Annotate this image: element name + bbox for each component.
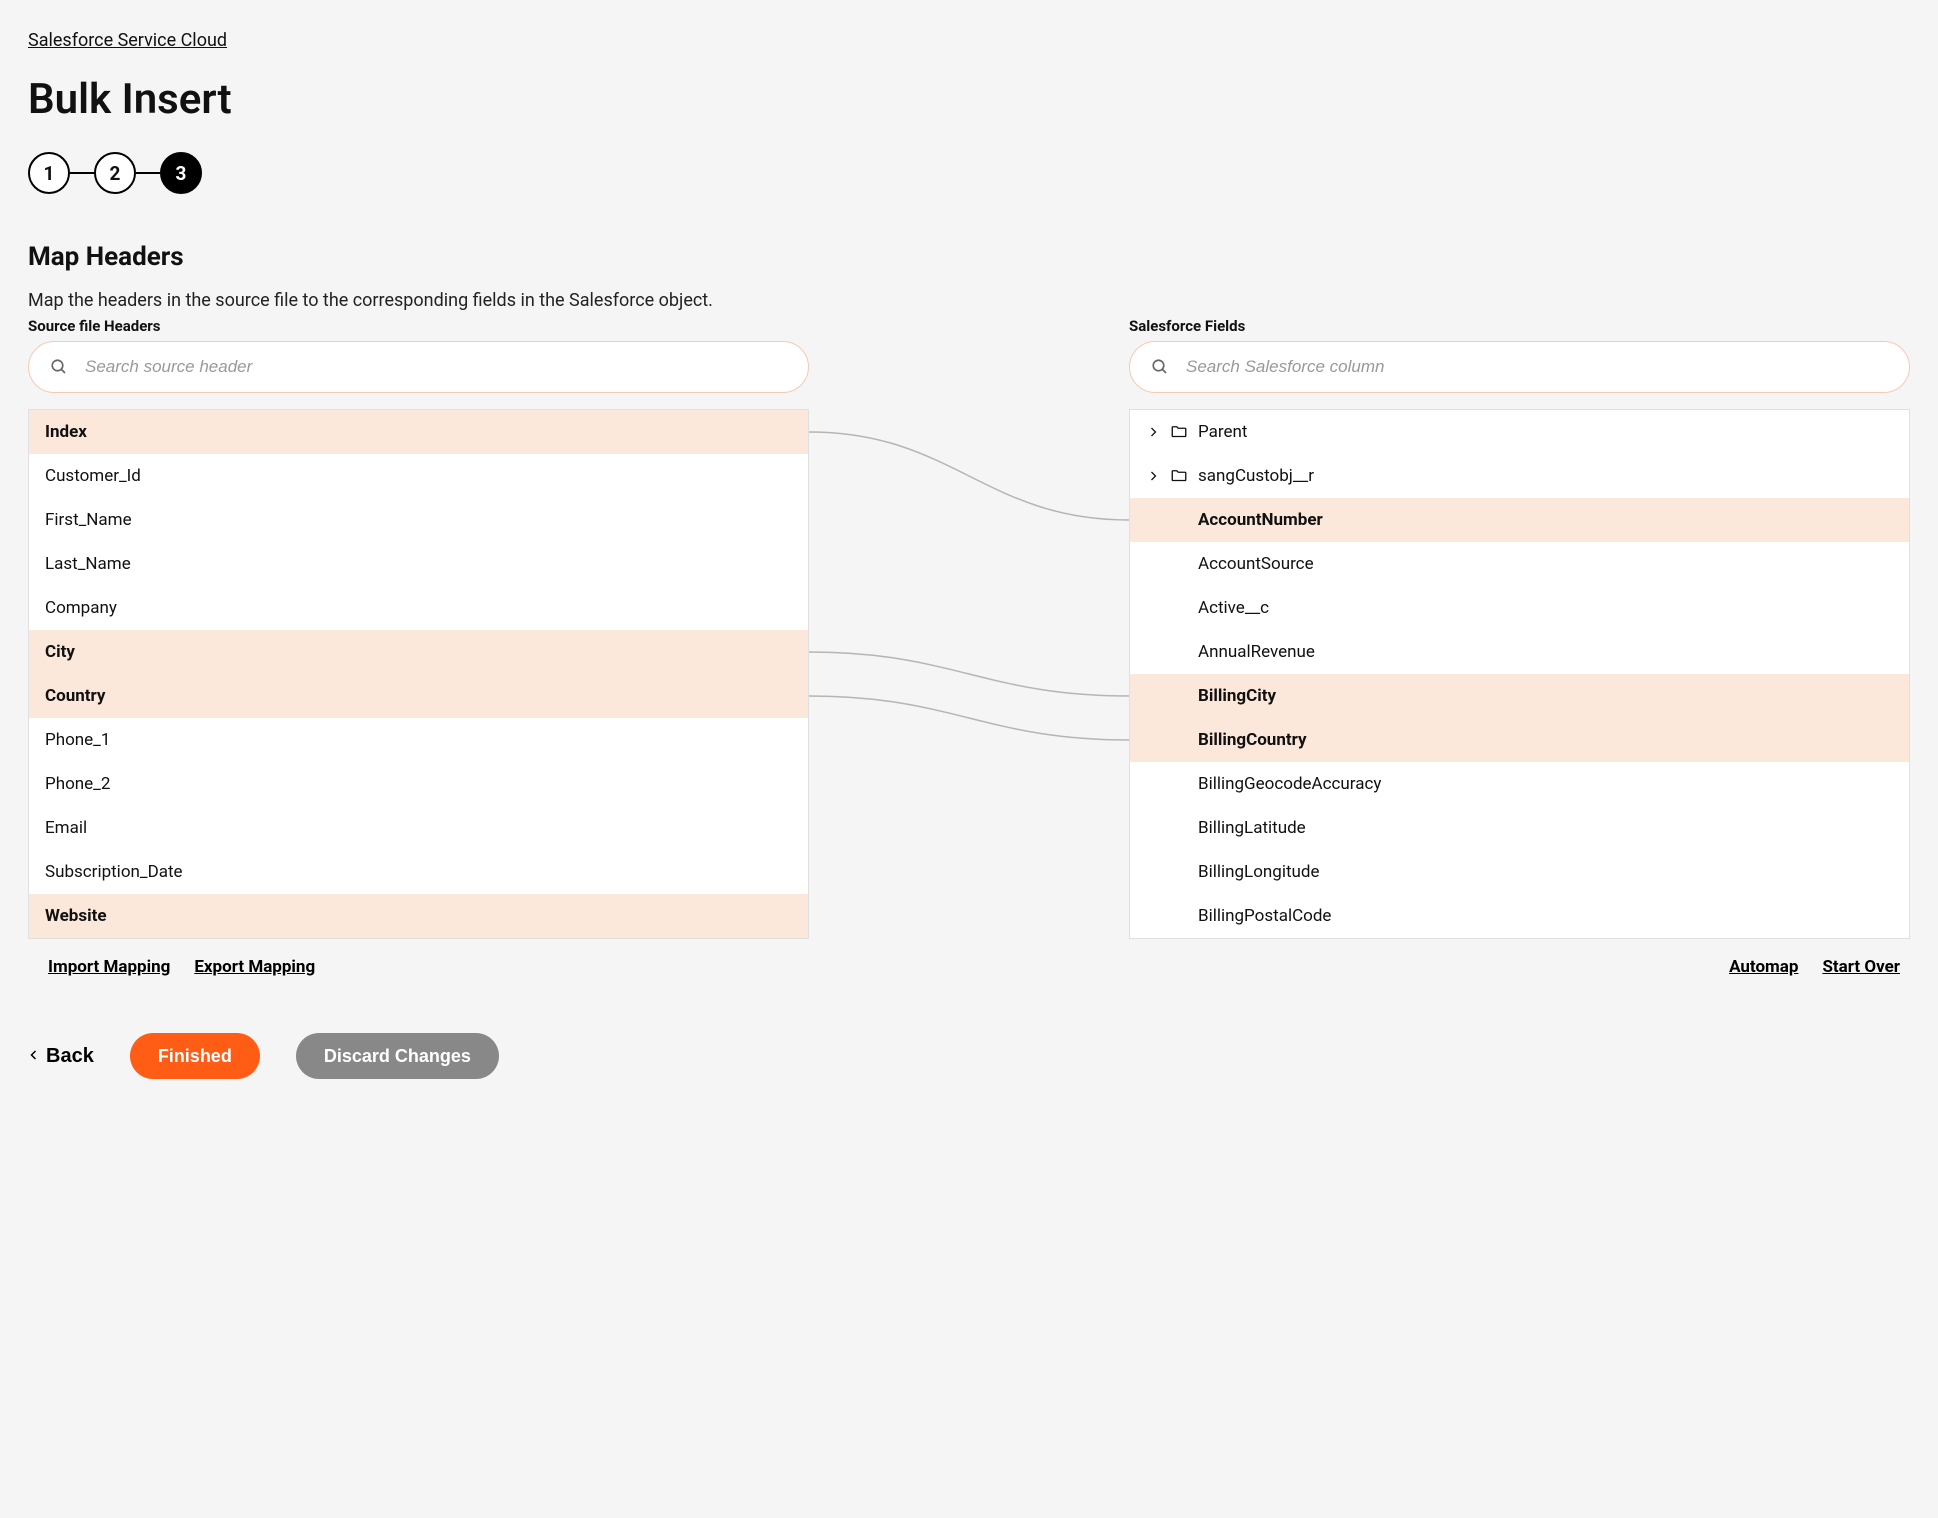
finished-button[interactable]: Finished — [130, 1033, 260, 1079]
target-row-label: BillingLatitude — [1198, 818, 1306, 838]
chevron-left-icon — [28, 1045, 40, 1068]
mapping-connector — [809, 652, 1129, 696]
source-row[interactable]: Website — [29, 894, 808, 938]
source-row-label: Subscription_Date — [45, 862, 183, 882]
source-row-label: Company — [45, 598, 117, 618]
source-row[interactable]: Company — [29, 586, 808, 630]
target-listbox[interactable]: Parent sangCustobj__r AccountNumber Account… — [1129, 409, 1910, 939]
target-row[interactable]: BillingPostalCode — [1130, 894, 1909, 938]
source-row-label: Phone_1 — [45, 730, 110, 750]
target-row[interactable]: Active__c — [1130, 586, 1909, 630]
source-column: Source file Headers Index Customer_Id Firs… — [28, 317, 809, 977]
source-row[interactable]: Phone_1 — [29, 718, 808, 762]
source-row-label: Phone_2 — [45, 774, 110, 794]
target-actions: Automap Start Over — [1129, 957, 1910, 977]
target-label: Salesforce Fields — [1129, 317, 1910, 335]
source-row-label: City — [45, 642, 75, 662]
chevron-right-icon — [1146, 426, 1160, 438]
target-row[interactable]: BillingLatitude — [1130, 806, 1909, 850]
step-1[interactable]: 1 — [28, 152, 70, 194]
back-label: Back — [46, 1045, 94, 1068]
source-actions: Import Mapping Export Mapping — [28, 957, 809, 977]
mapping-connector — [809, 432, 1129, 520]
target-folder-row[interactable]: sangCustobj__r — [1130, 454, 1909, 498]
target-row-label: AccountSource — [1198, 554, 1314, 574]
source-row[interactable]: Country — [29, 674, 808, 718]
target-row[interactable]: BillingCity — [1130, 674, 1909, 718]
source-row-label: Country — [45, 686, 105, 706]
search-icon — [50, 358, 68, 376]
source-row[interactable]: Index — [29, 410, 808, 454]
mapping-connector-area — [809, 317, 1129, 977]
target-row-label: Active__c — [1198, 598, 1269, 618]
footer-buttons: Back Finished Discard Changes — [28, 1033, 1910, 1079]
source-row[interactable]: Subscription_Date — [29, 850, 808, 894]
source-row[interactable]: Customer_Id — [29, 454, 808, 498]
chevron-right-icon — [1146, 470, 1160, 482]
target-row-label: BillingPostalCode — [1198, 906, 1331, 926]
source-search-input[interactable] — [28, 341, 809, 393]
discard-button[interactable]: Discard Changes — [296, 1033, 499, 1079]
target-row[interactable]: BillingLongitude — [1130, 850, 1909, 894]
source-row-label: Email — [45, 818, 87, 838]
source-row[interactable]: Last_Name — [29, 542, 808, 586]
target-row-label: sangCustobj__r — [1198, 466, 1314, 486]
target-row-label: BillingLongitude — [1198, 862, 1320, 882]
source-listbox[interactable]: Index Customer_Id First_Name Last_Name Compa… — [28, 409, 809, 939]
target-row-label: BillingCountry — [1198, 730, 1307, 750]
folder-icon — [1170, 467, 1188, 485]
source-label: Source file Headers — [28, 317, 809, 335]
source-row-label: Last_Name — [45, 554, 131, 574]
step-connector — [136, 172, 160, 174]
stepper: 1 2 3 — [28, 152, 1910, 194]
step-connector — [70, 172, 94, 174]
start-over-link[interactable]: Start Over — [1822, 957, 1900, 977]
target-folder-row[interactable]: Parent — [1130, 410, 1909, 454]
target-row[interactable]: AccountNumber — [1130, 498, 1909, 542]
source-row[interactable]: City — [29, 630, 808, 674]
source-row-label: Index — [45, 422, 87, 442]
target-column: Salesforce Fields Parent sangCustobj__r Ac… — [1129, 317, 1910, 977]
export-mapping-link[interactable]: Export Mapping — [194, 957, 315, 977]
target-row-label: Parent — [1198, 422, 1247, 442]
step-3[interactable]: 3 — [160, 152, 202, 194]
back-button[interactable]: Back — [28, 1045, 94, 1068]
source-row[interactable]: Phone_2 — [29, 762, 808, 806]
step-2[interactable]: 2 — [94, 152, 136, 194]
breadcrumb-link[interactable]: Salesforce Service Cloud — [28, 30, 227, 51]
section-description: Map the headers in the source file to th… — [28, 290, 1910, 311]
automap-link[interactable]: Automap — [1729, 957, 1798, 977]
source-row-label: Customer_Id — [45, 466, 141, 486]
folder-icon — [1170, 423, 1188, 441]
target-search-input[interactable] — [1129, 341, 1910, 393]
source-row-label: First_Name — [45, 510, 132, 530]
source-row-label: Website — [45, 906, 107, 926]
target-row[interactable]: AnnualRevenue — [1130, 630, 1909, 674]
target-row[interactable]: AccountSource — [1130, 542, 1909, 586]
import-mapping-link[interactable]: Import Mapping — [48, 957, 170, 977]
page-title: Bulk Insert — [28, 75, 1910, 124]
target-row-label: BillingCity — [1198, 686, 1276, 706]
source-row[interactable]: Email — [29, 806, 808, 850]
target-row[interactable]: BillingGeocodeAccuracy — [1130, 762, 1909, 806]
target-row[interactable]: BillingCountry — [1130, 718, 1909, 762]
target-row-label: BillingGeocodeAccuracy — [1198, 774, 1381, 794]
section-title: Map Headers — [28, 242, 1910, 272]
source-row[interactable]: First_Name — [29, 498, 808, 542]
target-row-label: AnnualRevenue — [1198, 642, 1315, 662]
mapping-columns: Source file Headers Index Customer_Id Firs… — [28, 317, 1910, 977]
mapping-connector — [809, 696, 1129, 740]
search-icon — [1151, 358, 1169, 376]
target-row-label: AccountNumber — [1198, 510, 1323, 530]
